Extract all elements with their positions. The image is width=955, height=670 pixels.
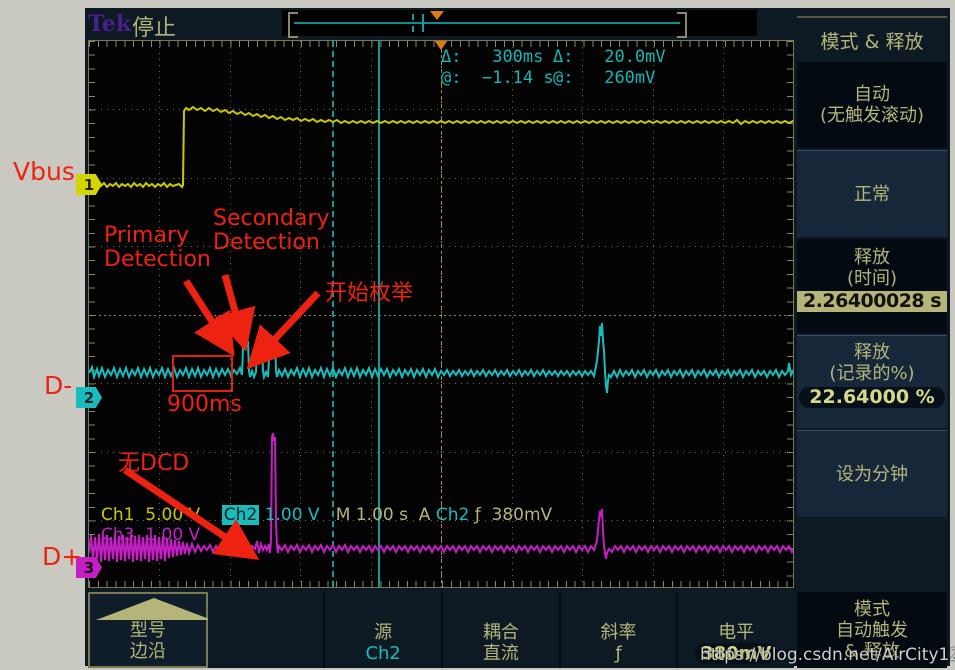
bottom-menu-item-type-edge-line2: 边沿 bbox=[129, 641, 166, 662]
side-bottom-line1: 模式 bbox=[854, 598, 890, 620]
bottom-menu-item-slope[interactable]: 斜率 ƒ bbox=[560, 592, 679, 668]
record-trigger-marker-icon bbox=[430, 11, 444, 20]
bottom-menu-item-coupling[interactable]: 耦合 直流 bbox=[443, 592, 561, 668]
bottom-menu-item-coupling-value: 直流 bbox=[482, 643, 519, 664]
channel-settings-line: Ch1 5.00 V Ch2 1.00 V M 1.00 s A Ch2 ƒ 3… bbox=[101, 505, 552, 525]
record-cursor-dashed-icon bbox=[412, 14, 414, 32]
bottom-menu: 型号 边沿 源 Ch2 耦合 直流 斜率 ƒ 电平 380mV bbox=[88, 592, 795, 668]
record-extent-line bbox=[294, 22, 680, 24]
bottom-menu-item-coupling-line1: 耦合 bbox=[482, 622, 519, 643]
bottom-menu-item-level-line1: 电平 bbox=[718, 622, 755, 643]
bottom-menu-item-type-edge[interactable]: 型号 边沿 bbox=[88, 592, 212, 668]
status-bar: Tek 停止 bbox=[85, 8, 795, 41]
watermark: https://blog.csdn.net/AirCity123 bbox=[700, 645, 955, 665]
bottom-menu-item-type-edge-line1: 型号 bbox=[129, 620, 166, 641]
annotation-vbus: Vbus bbox=[13, 157, 75, 186]
screenshot-root: Tek 停止 Δ: 300ms Δ: 20.0mV @: −1.14 s@: 2… bbox=[0, 0, 955, 670]
side-menu-item-holdoff-percent-line2: (记录的%) bbox=[829, 363, 915, 384]
bottom-menu-item-source-line1: 源 bbox=[374, 622, 393, 643]
side-menu-item-holdoff-percent-line1: 释放 bbox=[854, 342, 890, 363]
menu-roof-icon bbox=[96, 598, 212, 620]
annotation-secondary-detection: Secondary Detection bbox=[213, 207, 330, 255]
side-menu-item-normal[interactable]: 正常 bbox=[797, 150, 947, 237]
acquisition-status: 停止 bbox=[132, 16, 177, 41]
ch2-scale: 1.00 V bbox=[264, 505, 320, 525]
side-menu-item-set-to-minimum-line1: 设为分钟 bbox=[836, 463, 908, 485]
trigger-level: 380mV bbox=[491, 505, 553, 525]
annotation-primary-detection-text: Primary Detection bbox=[104, 223, 211, 272]
ch1-scale: 5.00 V bbox=[145, 505, 201, 525]
side-menu-item-holdoff-percent[interactable]: 释放 (记录的%) 22.64000 % bbox=[797, 335, 947, 428]
holdoff-percent-value[interactable]: 22.64000 % bbox=[799, 387, 945, 408]
oscilloscope-display: Tek 停止 Δ: 300ms Δ: 20.0mV @: −1.14 s@: 2… bbox=[76, 8, 950, 668]
waveform-graticule[interactable]: Δ: 300ms Δ: 20.0mV @: −1.14 s@: 260mV Ch1 bbox=[88, 40, 794, 588]
annotation-900ms: 900ms bbox=[167, 392, 242, 417]
annotation-dminus: D- bbox=[44, 371, 73, 400]
trigger-source-prefix: A bbox=[418, 505, 431, 525]
side-menu-item-auto[interactable]: 自动 (无触发滚动) bbox=[797, 62, 947, 148]
channel3-settings-line: Ch3 1.00 V bbox=[101, 525, 200, 545]
ch1-label: Ch1 bbox=[101, 505, 135, 525]
trigger-slope-icon: ƒ bbox=[474, 505, 481, 525]
annotation-secondary-detection-text: Secondary Detection bbox=[213, 206, 330, 255]
annotation-primary-detection: Primary Detection bbox=[104, 224, 211, 272]
ch3-scale: 1.00 V bbox=[145, 525, 201, 545]
side-menu-item-holdoff-time[interactable]: 释放 (时间) 2.26400028 s bbox=[797, 239, 947, 333]
side-menu-item-auto-line1: 自动 bbox=[854, 84, 890, 105]
annotation-measure-box bbox=[172, 355, 233, 392]
side-menu-item-normal-line1: 正常 bbox=[854, 183, 890, 205]
trigger-source: Ch2 bbox=[435, 505, 470, 525]
side-bottom-line2: 自动触发 bbox=[836, 619, 908, 641]
side-menu-item-auto-line2: (无触发滚动) bbox=[819, 105, 925, 126]
tek-logo: Tek bbox=[88, 11, 132, 37]
side-menu: 模式 & 释放 自动 (无触发滚动) 正常 释放 (时间) 2.26400028… bbox=[797, 16, 947, 588]
timebase: M 1.00 s bbox=[335, 505, 408, 525]
annotation-no-dcd: 无DCD bbox=[118, 451, 190, 476]
side-menu-item-holdoff-time-line2: (时间) bbox=[846, 268, 898, 289]
annotation-dplus: D+ bbox=[42, 542, 83, 571]
bottom-menu-item-slope-line1: 斜率 bbox=[600, 622, 637, 643]
side-menu-item-holdoff-time-line1: 释放 bbox=[854, 247, 890, 268]
record-bracket-right-icon bbox=[677, 12, 687, 38]
bottom-menu-item-blank[interactable] bbox=[207, 592, 326, 668]
ch1-trace bbox=[89, 105, 793, 189]
side-menu-item-set-to-minimum[interactable]: 设为分钟 bbox=[797, 430, 947, 517]
bottom-menu-item-source[interactable]: 源 Ch2 bbox=[325, 592, 444, 668]
ch2-label[interactable]: Ch2 bbox=[221, 505, 260, 525]
annotation-start-enumeration: 开始枚举 bbox=[325, 281, 414, 306]
holdoff-time-value[interactable]: 2.26400028 s bbox=[797, 291, 947, 312]
record-bracket-left-icon bbox=[288, 12, 298, 38]
slope-rising-edge-icon: ƒ bbox=[615, 643, 622, 664]
side-menu-title: 模式 & 释放 bbox=[797, 16, 947, 62]
bottom-menu-item-source-value: Ch2 bbox=[365, 643, 401, 664]
record-cursor-solid-icon bbox=[422, 14, 424, 32]
ch3-label: Ch3 bbox=[101, 525, 135, 545]
